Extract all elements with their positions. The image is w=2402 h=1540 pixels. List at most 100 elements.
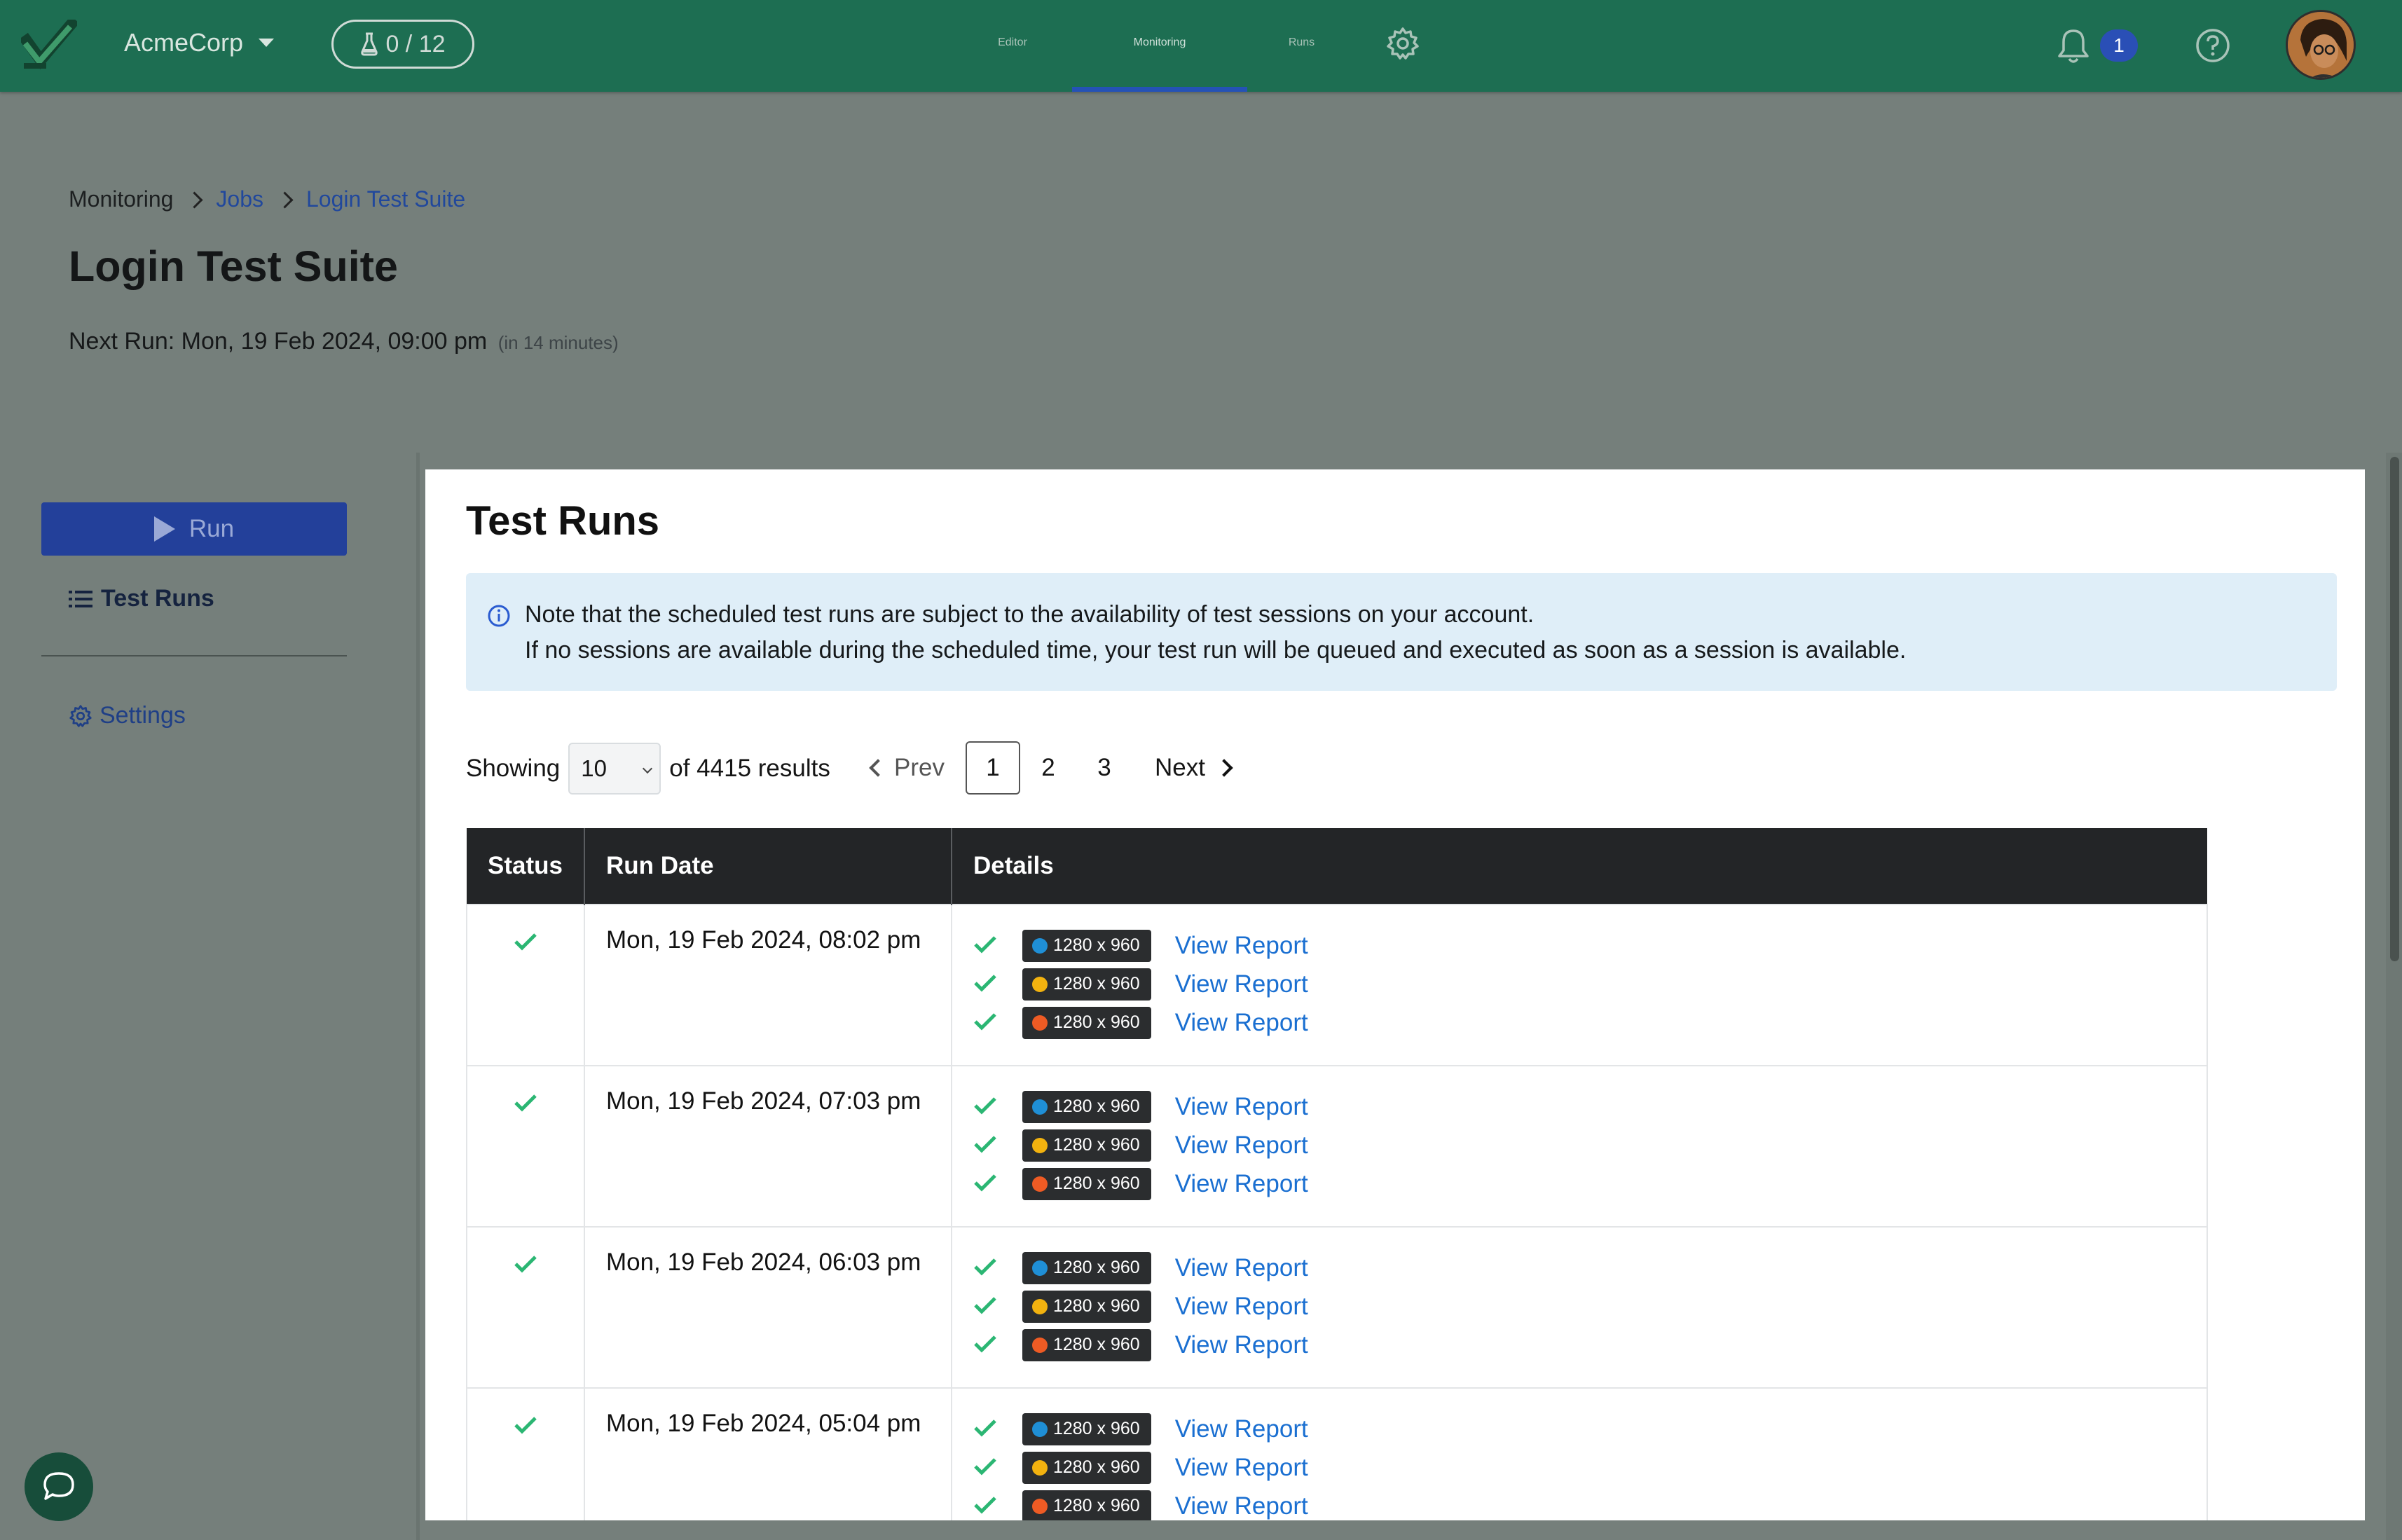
results-summary: Showing 10 of 4415 results [466,743,830,795]
column-header-run-date[interactable]: Run Date [584,828,952,905]
note-line-1: Note that the scheduled test runs are su… [525,601,1535,628]
help-icon[interactable] [2194,27,2232,64]
view-report-link[interactable]: View Report [1175,1331,1308,1359]
page-scrollbar-thumb[interactable] [2390,457,2399,961]
quota-text: 0 / 12 [385,30,446,57]
browser-resolution-badge: 1280 x 960 [1022,1451,1151,1484]
browser-resolution-badge: 1280 x 960 [1022,1090,1151,1123]
sidebar-item-label: Test Runs [101,585,214,612]
detail-status [973,932,1001,960]
page-2-button[interactable]: 2 [1020,741,1076,795]
play-icon [153,516,175,542]
view-report-link[interactable]: View Report [1175,1415,1308,1443]
edge-browser-icon [1031,1260,1048,1276]
test-session-quota[interactable]: 0 / 12 [331,20,474,69]
resolution-text: 1280 x 960 [1052,1496,1140,1515]
sidebar-item-test-runs[interactable]: Test Runs [69,585,214,612]
next-run-relative: (in 14 minutes) [497,332,619,353]
list-icon [69,590,92,607]
user-avatar-icon [2288,12,2354,78]
breadcrumb-jobs[interactable]: Jobs [216,186,263,212]
view-report-link[interactable]: View Report [1175,1492,1308,1520]
org-switcher[interactable]: AcmeCorp [124,28,275,57]
breadcrumb-monitoring: Monitoring [69,186,174,212]
resolution-text: 1280 x 960 [1052,974,1140,994]
chrome-browser-icon [1031,976,1048,992]
view-report-link[interactable]: View Report [1175,1132,1308,1160]
page-size-select[interactable]: 10 [568,743,661,795]
firefox-browser-icon [1031,1337,1048,1353]
view-report-link[interactable]: View Report [1175,1009,1308,1037]
view-report-link[interactable]: View Report [1175,970,1308,998]
success-check-icon [974,1457,996,1476]
column-header-status[interactable]: Status [467,828,585,905]
detail-status [973,1454,1001,1482]
status-cell [466,1387,585,1520]
browser-resolution-badge: 1280 x 960 [1022,1412,1151,1445]
chrome-browser-icon [1031,1298,1048,1314]
sidebar-separator [41,655,347,656]
tab-monitoring[interactable]: Monitoring [1072,0,1247,92]
run-date-cell: Mon, 19 Feb 2024, 05:04 pm [583,1387,952,1520]
tab-editor[interactable]: Editor [967,0,1058,92]
app-logo-icon[interactable] [21,20,77,71]
chat-launcher-button[interactable] [25,1452,93,1521]
next-page-button[interactable]: Next [1155,754,1233,782]
browser-resolution-badge: 1280 x 960 [1022,1290,1151,1323]
browser-resolution-badge: 1280 x 960 [1022,1129,1151,1162]
success-check-icon [974,1012,996,1031]
details-cell: 1280 x 960 View Report 1280 x 960 View Repo… [950,1226,2209,1389]
run-date-cell: Mon, 19 Feb 2024, 08:02 pm [583,904,952,1066]
status-cell [466,904,585,1066]
detail-status [973,1170,1001,1198]
chevron-right-icon [186,191,203,209]
prev-page-button[interactable]: Prev [869,754,945,782]
sidebar-item-settings[interactable]: Settings [69,702,186,729]
resolution-text: 1280 x 960 [1052,1296,1140,1316]
success-check-icon [514,1094,537,1112]
resolution-text: 1280 x 960 [1052,1174,1140,1193]
resolution-text: 1280 x 960 [1052,1135,1140,1155]
page-1-button[interactable]: 1 [965,741,1020,795]
run-detail-item: 1280 x 960 View Report [973,1448,2185,1487]
table-row: Mon, 19 Feb 2024, 08:02 pm 1280 x 960 View… [466,904,2209,1066]
results-count: of 4415 results [669,755,830,782]
success-check-icon [974,1335,996,1353]
browser-resolution-badge: 1280 x 960 [1022,1251,1151,1284]
prev-label: Prev [894,754,945,781]
view-report-link[interactable]: View Report [1175,1170,1308,1198]
notifications-bell-icon[interactable] [2055,27,2092,64]
chevron-down-icon [643,763,653,774]
next-run-info: Next Run: Mon, 19 Feb 2024, 09:00 pm (in… [69,328,619,355]
edge-browser-icon [1031,1099,1048,1115]
settings-gear-icon [69,704,92,727]
run-detail-item: 1280 x 960 View Report [973,965,2185,1003]
success-check-icon [514,1256,537,1273]
run-button[interactable]: Run [41,502,347,556]
success-check-icon [974,1496,996,1514]
note-line-2: If no sessions are available during the … [525,637,1907,664]
success-check-icon [514,933,537,951]
user-avatar[interactable] [2286,10,2356,80]
run-detail-item: 1280 x 960 View Report [973,1126,2185,1164]
notification-count-badge: 1 [2100,29,2138,62]
tab-runs[interactable]: Runs [1261,0,1342,92]
settings-gear-icon[interactable] [1385,26,1420,61]
pagination: Prev 1 2 3 Next [869,740,1233,796]
sidebar-item-label: Settings [99,702,186,729]
page-3-button[interactable]: 3 [1076,741,1132,795]
run-detail-item: 1280 x 960 View Report [973,1087,2185,1126]
resolution-text: 1280 x 960 [1052,1258,1140,1277]
chevron-right-icon [1215,759,1233,777]
view-report-link[interactable]: View Report [1175,1093,1308,1121]
edge-browser-icon [1031,1421,1048,1437]
view-report-link[interactable]: View Report [1175,932,1308,960]
view-report-link[interactable]: View Report [1175,1254,1308,1282]
detail-status [973,1132,1001,1160]
sidebar-divider [416,453,420,1540]
resolution-text: 1280 x 960 [1052,1419,1140,1438]
view-report-link[interactable]: View Report [1175,1454,1308,1482]
breadcrumb-login-test-suite[interactable]: Login Test Suite [306,186,465,212]
view-report-link[interactable]: View Report [1175,1293,1308,1321]
chevron-right-icon [276,191,294,209]
